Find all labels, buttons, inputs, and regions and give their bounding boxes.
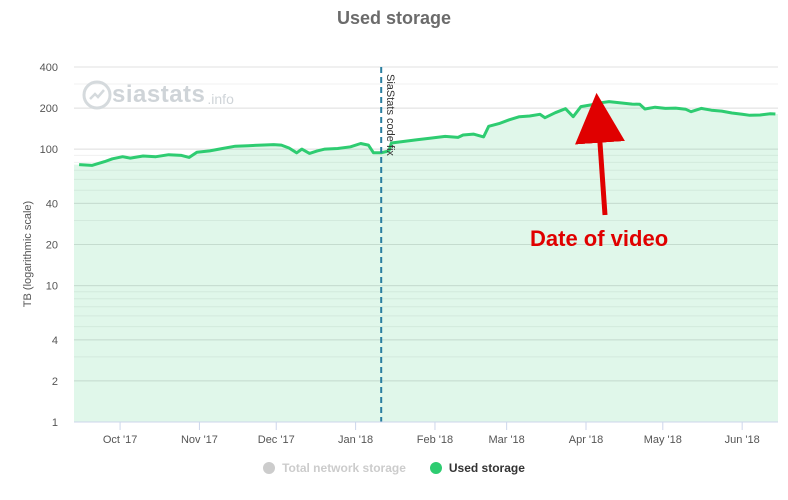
y-tick-label: 400 (40, 62, 58, 74)
series-area-group (74, 101, 778, 422)
series-area (74, 101, 778, 422)
x-tick-label: Apr '18 (569, 434, 604, 446)
plot-line-label: SiaStats code fix (384, 74, 397, 156)
y-tick-label: 200 (40, 103, 58, 115)
x-tick-label: Mar '18 (488, 434, 524, 446)
x-tick-label: Feb '18 (417, 434, 453, 446)
y-axis-label: TB (logarithmic scale) (22, 200, 34, 308)
legend-label: Used storage (448, 461, 525, 475)
siastats-logo: siastats .info (82, 80, 234, 110)
legend-item-used-storage[interactable]: Used storage (429, 461, 525, 475)
legend-label: Total network storage (282, 461, 406, 475)
legend-marker-icon (263, 462, 276, 474)
y-tick-label: 2 (52, 376, 58, 388)
legend-marker-icon (429, 462, 442, 474)
y-tick-label: 40 (46, 198, 58, 210)
y-tick-label: 1 (52, 417, 58, 429)
y-tick-label: 100 (40, 144, 58, 156)
x-tick-label: May '18 (644, 434, 682, 446)
legend: Total network storage Used storage (0, 461, 788, 475)
logo-text: siastats (112, 81, 206, 108)
y-tick-label: 20 (46, 240, 58, 252)
x-tick-label: Dec '17 (258, 434, 295, 446)
x-tick-label: Nov '17 (181, 434, 218, 446)
y-tick-label: 10 (46, 281, 58, 293)
x-tick-label: Oct '17 (103, 434, 138, 446)
x-tick-label: Jun '18 (725, 434, 760, 446)
x-tick-label: Jan '18 (338, 434, 373, 446)
y-tick-label: 4 (52, 335, 58, 347)
legend-item-total-network-storage[interactable]: Total network storage (263, 461, 406, 475)
chart-logo-icon (82, 80, 112, 110)
chart-title: Used storage (336, 8, 452, 28)
logo-subtext: .info (207, 91, 234, 107)
annotation-text: Date of video (530, 226, 669, 251)
